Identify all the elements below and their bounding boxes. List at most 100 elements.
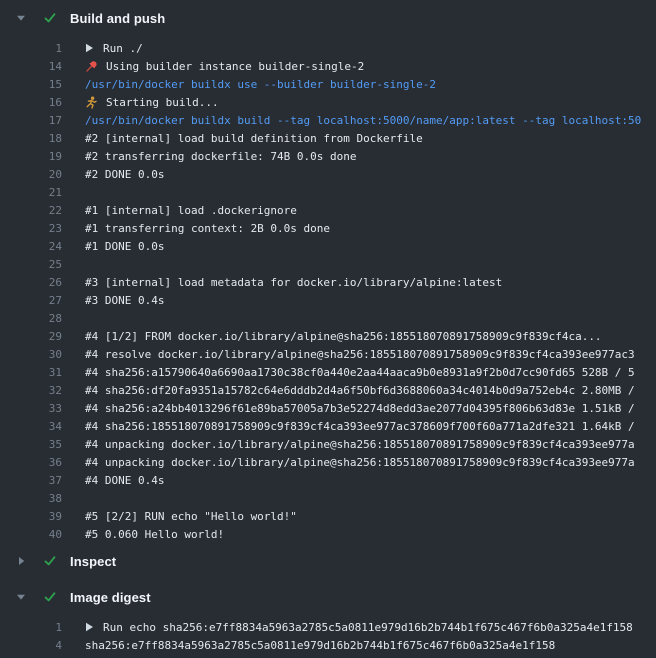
line-number[interactable]: 22 — [0, 204, 62, 217]
line-number[interactable]: 23 — [0, 222, 62, 235]
pushpin-icon — [85, 60, 98, 73]
line-content: #4 unpacking docker.io/library/alpine@sh… — [85, 456, 635, 469]
line-text: #5 0.060 Hello world! — [85, 528, 224, 541]
line-content: #1 DONE 0.0s — [85, 240, 164, 253]
log-line: 39 #5 [2/2] RUN echo "Hello world!" — [0, 507, 656, 525]
line-number[interactable]: 21 — [0, 186, 62, 199]
line-number[interactable]: 27 — [0, 294, 62, 307]
line-text: #4 DONE 0.4s — [85, 474, 164, 487]
log-lines-build-and-push: 1 Run ./ 14Using builder instance builder-… — [0, 36, 656, 543]
line-number[interactable]: 20 — [0, 168, 62, 181]
log-line: 1 Run ./ — [0, 39, 656, 57]
log-line: 19 #2 transferring dockerfile: 74B 0.0s d… — [0, 147, 656, 165]
section-title: Inspect — [70, 554, 116, 569]
log-line: 20 #2 DONE 0.0s — [0, 165, 656, 183]
log-lines-image-digest: 1 Run echo sha256:e7ff8834a5963a2785c5a08… — [0, 615, 656, 654]
line-content: #2 transferring dockerfile: 74B 0.0s don… — [85, 150, 357, 163]
success-check-icon — [43, 12, 57, 24]
line-number[interactable]: 36 — [0, 456, 62, 469]
line-text: #1 transferring context: 2B 0.0s done — [85, 222, 330, 235]
line-content: Run ./ — [85, 42, 143, 55]
log-line: 24 #1 DONE 0.0s — [0, 237, 656, 255]
log-line: 16 Starting build... — [0, 93, 656, 111]
line-content: #4 unpacking docker.io/library/alpine@sh… — [85, 438, 635, 451]
success-check-icon — [43, 555, 57, 567]
line-number[interactable]: 1 — [0, 621, 62, 634]
line-text: #1 [internal] load .dockerignore — [85, 204, 297, 217]
line-number[interactable]: 24 — [0, 240, 62, 253]
line-number[interactable]: 38 — [0, 492, 62, 505]
line-content: #1 [internal] load .dockerignore — [85, 204, 297, 217]
line-number[interactable]: 40 — [0, 528, 62, 541]
log-line: 18 #2 [internal] load build definition fr… — [0, 129, 656, 147]
line-number[interactable]: 31 — [0, 366, 62, 379]
line-content: #4 sha256:a24bb4013296f61e89ba57005a7b3e… — [85, 402, 635, 415]
line-text: #4 unpacking docker.io/library/alpine@sh… — [85, 456, 635, 469]
line-number[interactable]: 26 — [0, 276, 62, 289]
line-content: #3 [internal] load metadata for docker.i… — [85, 276, 502, 289]
log-line: 35 #4 unpacking docker.io/library/alpine@… — [0, 435, 656, 453]
line-text: /usr/bin/docker buildx use --builder bui… — [85, 78, 436, 91]
line-number[interactable]: 29 — [0, 330, 62, 343]
log-line: 23 #1 transferring context: 2B 0.0s done — [0, 219, 656, 237]
line-number[interactable]: 16 — [0, 96, 62, 109]
line-number[interactable]: 14 — [0, 60, 62, 73]
section-title: Image digest — [70, 590, 151, 605]
line-number[interactable]: 17 — [0, 114, 62, 127]
line-number[interactable]: 32 — [0, 384, 62, 397]
log-line: 15/usr/bin/docker buildx use --builder b… — [0, 75, 656, 93]
line-content: Run echo sha256:e7ff8834a5963a2785c5a081… — [85, 621, 633, 634]
log-line: 30 #4 resolve docker.io/library/alpine@sh… — [0, 345, 656, 363]
run-expand-icon[interactable] — [85, 43, 94, 53]
log-line: 27 #3 DONE 0.4s — [0, 291, 656, 309]
log-line: 4sha256:e7ff8834a5963a2785c5a0811e979d16… — [0, 636, 656, 654]
log-line: 21 — [0, 183, 656, 201]
log-line: 37 #4 DONE 0.4s — [0, 471, 656, 489]
line-content: #3 DONE 0.4s — [85, 294, 164, 307]
line-text: Run echo sha256:e7ff8834a5963a2785c5a081… — [103, 621, 633, 634]
chevron-down-icon — [16, 592, 26, 602]
line-text: #4 [1/2] FROM docker.io/library/alpine@s… — [85, 330, 602, 343]
log-line: 14Using builder instance builder-single-… — [0, 57, 656, 75]
run-expand-icon[interactable] — [85, 622, 94, 632]
line-number[interactable]: 37 — [0, 474, 62, 487]
line-number[interactable]: 33 — [0, 402, 62, 415]
log-line: 28 — [0, 309, 656, 327]
log-line: 33 #4 sha256:a24bb4013296f61e89ba57005a7b… — [0, 399, 656, 417]
line-number[interactable]: 39 — [0, 510, 62, 523]
log-line: 34 #4 sha256:185518070891758909c9f839cf4c… — [0, 417, 656, 435]
log-line: 29 #4 [1/2] FROM docker.io/library/alpine… — [0, 327, 656, 345]
section-header-build-and-push[interactable]: Build and push — [0, 0, 656, 36]
line-number[interactable]: 19 — [0, 150, 62, 163]
line-content: #2 DONE 0.0s — [85, 168, 164, 181]
line-content: #4 [1/2] FROM docker.io/library/alpine@s… — [85, 330, 602, 343]
section-header-inspect[interactable]: Inspect — [0, 543, 656, 579]
line-text: #2 [internal] load build definition from… — [85, 132, 423, 145]
line-number[interactable]: 1 — [0, 42, 62, 55]
line-text: #2 transferring dockerfile: 74B 0.0s don… — [85, 150, 357, 163]
line-number[interactable]: 30 — [0, 348, 62, 361]
line-number[interactable]: 28 — [0, 312, 62, 325]
line-content: #2 [internal] load build definition from… — [85, 132, 423, 145]
line-text: Starting build... — [106, 96, 219, 109]
log-line: 25 — [0, 255, 656, 273]
runner-icon — [85, 96, 98, 109]
line-number[interactable]: 25 — [0, 258, 62, 271]
log-line: 31 #4 sha256:a15790640a6690aa1730c38cf0a4… — [0, 363, 656, 381]
line-text: #5 [2/2] RUN echo "Hello world!" — [85, 510, 297, 523]
line-content: #4 resolve docker.io/library/alpine@sha2… — [85, 348, 635, 361]
line-content: #5 0.060 Hello world! — [85, 528, 224, 541]
line-number[interactable]: 34 — [0, 420, 62, 433]
section-header-image-digest[interactable]: Image digest — [0, 579, 656, 615]
success-check-icon — [43, 591, 57, 603]
log-line: 32#4 sha256:df20fa9351a15782c64e6dddb2d4… — [0, 381, 656, 399]
line-content: #5 [2/2] RUN echo "Hello world!" — [85, 510, 297, 523]
line-number[interactable]: 18 — [0, 132, 62, 145]
line-number[interactable]: 4 — [0, 639, 62, 652]
line-number[interactable]: 15 — [0, 78, 62, 91]
line-number[interactable]: 35 — [0, 438, 62, 451]
line-text: #4 sha256:a15790640a6690aa1730c38cf0a440… — [85, 366, 635, 379]
line-content: #4 sha256:185518070891758909c9f839cf4ca3… — [85, 420, 635, 433]
log-line: 36 #4 unpacking docker.io/library/alpine@… — [0, 453, 656, 471]
log-line: 26 #3 [internal] load metadata for docker… — [0, 273, 656, 291]
